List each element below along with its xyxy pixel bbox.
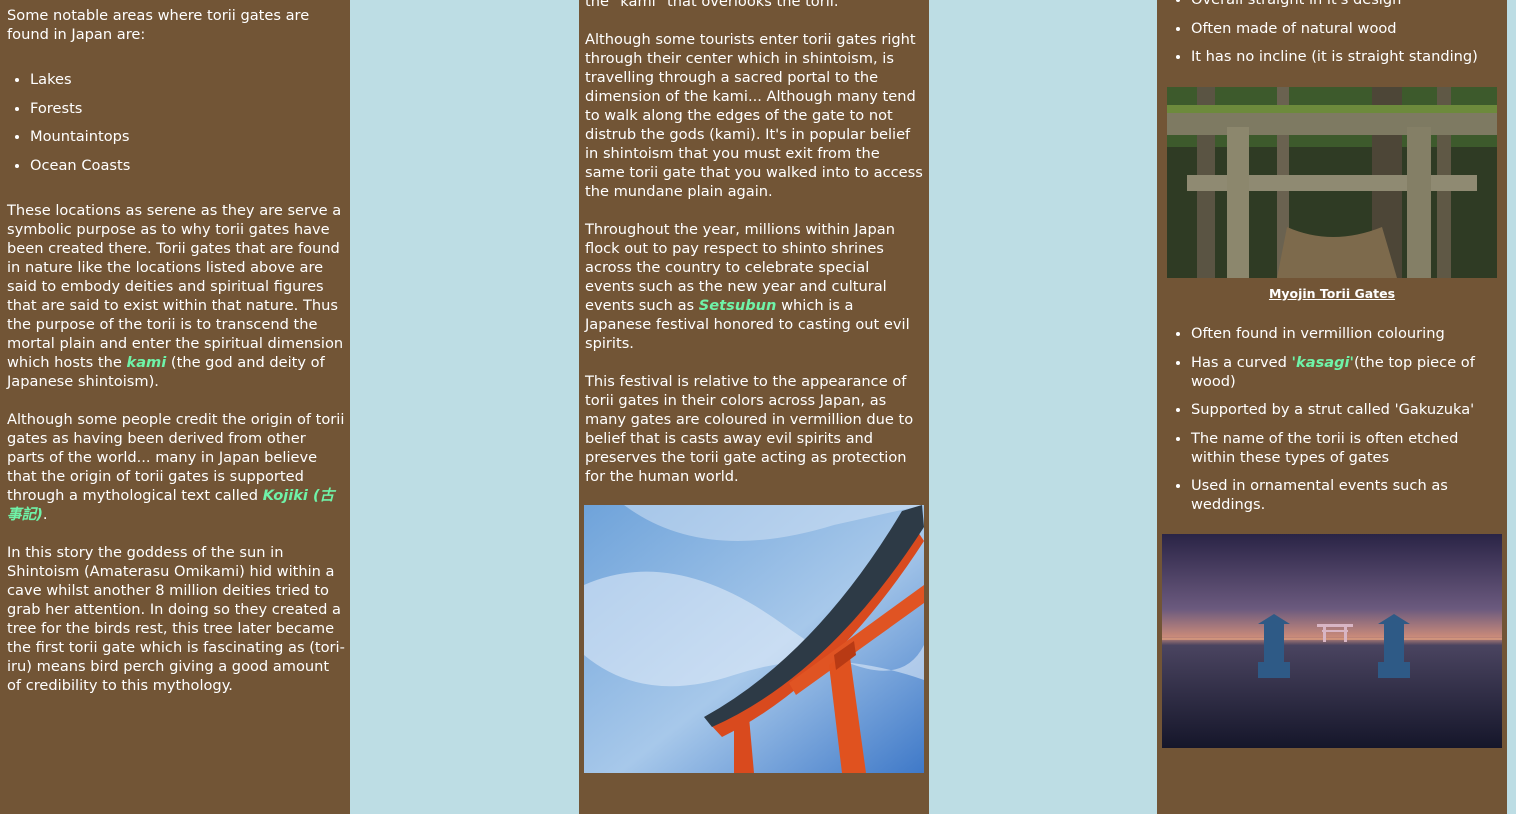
list-item-weddings: Used in ornamental events such as weddin… [1191, 476, 1502, 514]
lake-torii-photo [1162, 534, 1502, 748]
locations-paragraph: These locations as serene as they are se… [7, 201, 344, 390]
shinmei-features-list: Overall straight in it's design Often ma… [1162, 0, 1502, 66]
myojin-features-list: Often found in vermillion colouring Has … [1162, 324, 1502, 514]
list-item-gakuzuka: Supported by a strut called 'Gakuzuka' [1191, 400, 1502, 419]
list-item-mountaintops: Mountaintops [30, 127, 346, 146]
areas-intro: Some notable areas where torii gates are… [7, 7, 310, 43]
clipped-text: the "kami" that overlooks the torii. [585, 0, 839, 10]
right-content-column: Overall straight in it's design Often ma… [1157, 0, 1507, 814]
list-item-ocean-coasts: Ocean Coasts [30, 156, 346, 175]
origin-paragraph: Although some people credit the origin o… [7, 410, 345, 523]
vermillion-paragraph: This festival is relative to the appeara… [585, 373, 914, 485]
celebration-paragraph: Throughout the year, millions within Jap… [585, 221, 910, 352]
red-torii-photo [584, 505, 924, 773]
list-item-no-incline: It has no incline (it is straight standi… [1191, 47, 1502, 66]
setsubun-highlight: Setsubun [698, 297, 777, 314]
forest-torii-photo [1167, 87, 1497, 278]
areas-list: Lakes Forests Mountaintops Ocean Coasts [7, 70, 346, 175]
list-item-lakes: Lakes [30, 70, 346, 89]
tourists-paragraph: Although some tourists enter torii gates… [585, 31, 923, 200]
myth-paragraph: In this story the goddess of the sun in … [7, 543, 345, 694]
list-item-etched-name: The name of the torii is often etched wi… [1191, 429, 1502, 467]
list-item-curved-kasagi: Has a curved 'kasagi'(the top piece of w… [1191, 353, 1502, 391]
list-item-forests: Forests [30, 99, 346, 118]
kami-highlight: kami [126, 353, 167, 371]
list-item-vermillion: Often found in vermillion colouring [1191, 324, 1502, 343]
list-item-straight-design: Overall straight in it's design [1191, 0, 1502, 9]
left-content-column: Some notable areas where torii gates are… [0, 0, 350, 814]
myojin-caption-link[interactable]: Myojin Torii Gates [1162, 286, 1502, 302]
middle-content-column: the "kami" that overlooks the torii. Alt… [579, 0, 929, 814]
kasagi-highlight: 'kasagi' [1291, 353, 1355, 371]
list-item-natural-wood: Often made of natural wood [1191, 19, 1502, 38]
